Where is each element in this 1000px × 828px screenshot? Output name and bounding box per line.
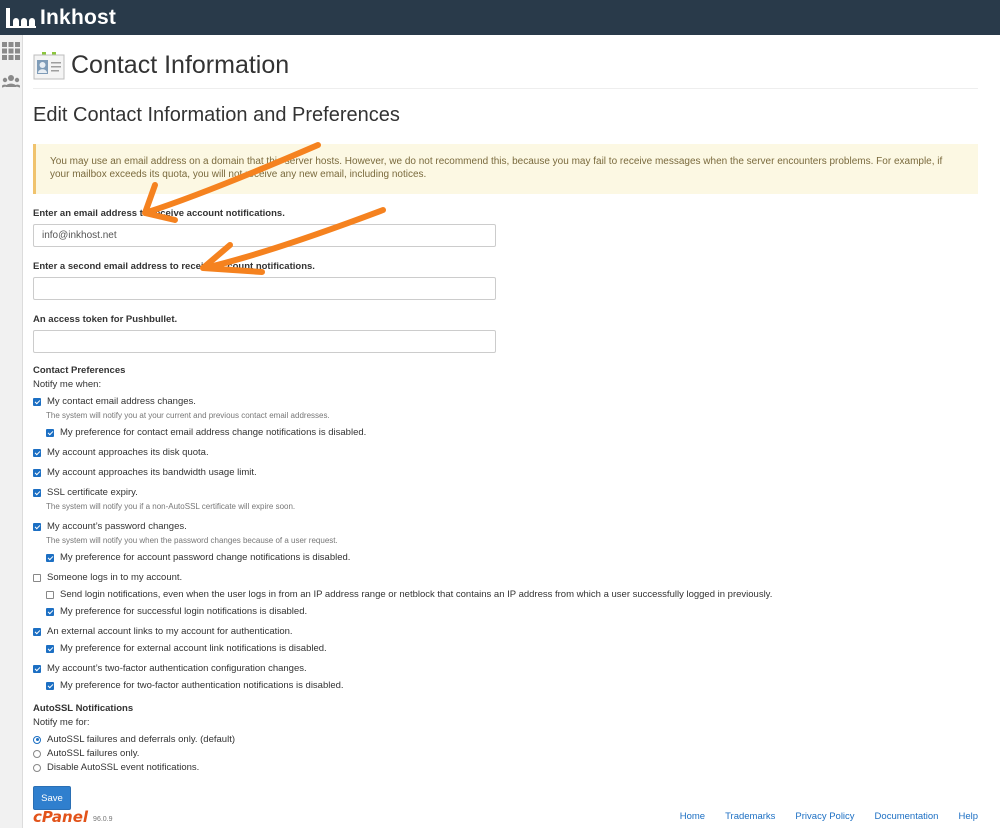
- pref-row-my-account-approaches-its-bandwidth-usag: My account approaches its bandwidth usag…: [33, 466, 978, 479]
- autossl-sub: Notify me for:: [33, 717, 90, 728]
- autossl-radio[interactable]: [33, 735, 41, 744]
- autossl-title: AutoSSL Notifications: [33, 703, 134, 714]
- pref-label: My preference for two-factor authenticat…: [60, 680, 344, 691]
- users-icon[interactable]: [2, 73, 20, 91]
- pref-row-someone-logs-in-to-my-account: Someone logs in to my account.: [33, 571, 978, 584]
- pref-help-text: The system will notify you if a non-Auto…: [46, 502, 296, 511]
- page-header: Contact Information: [33, 43, 978, 89]
- pref-row-ssl-certificate-expiry: SSL certificate expiry.: [33, 486, 978, 499]
- footer-link-trademarks[interactable]: Trademarks: [725, 811, 775, 822]
- pref-row-my-account-s-password-changes: My account’s password changes.: [33, 520, 978, 533]
- contact-prefs-title: Contact Preferences: [33, 365, 126, 376]
- pref-checkbox[interactable]: [46, 644, 54, 653]
- pref-checkbox[interactable]: [33, 627, 41, 636]
- pref-label: My account approaches its disk quota.: [47, 447, 209, 458]
- autossl-radio[interactable]: [33, 763, 41, 772]
- pref-row-my-contact-email-address-changes: My contact email address changes.: [33, 395, 978, 408]
- pref-checkbox[interactable]: [33, 522, 41, 531]
- pref-checkbox[interactable]: [33, 397, 41, 406]
- pref-checkbox[interactable]: [46, 428, 54, 437]
- pref-help-text: The system will notify you at your curre…: [46, 411, 330, 420]
- autossl-radio[interactable]: [33, 749, 41, 758]
- pref-checkbox[interactable]: [33, 573, 41, 582]
- pref-label: My account’s password changes.: [47, 521, 187, 532]
- main-content: Contact Information Edit Contact Informa…: [33, 35, 978, 810]
- page-subtitle: Edit Contact Information and Preferences: [33, 104, 400, 126]
- pref-help-text: The system will notify you when the pass…: [46, 536, 338, 545]
- autossl-option-autossl-failures-only: AutoSSL failures only.: [33, 747, 978, 760]
- pref-checkbox[interactable]: [46, 553, 54, 562]
- pref-label: Send login notifications, even when the …: [60, 589, 773, 600]
- pref-checkbox[interactable]: [33, 488, 41, 497]
- contact-preferences-list: My contact email address changes. The sys…: [33, 395, 978, 692]
- footer: cPanel 96.0.9 Home Trademarks Privacy Po…: [33, 805, 978, 828]
- pref-label: My contact email address changes.: [47, 396, 196, 407]
- pref-row-my-preference-for-successful-login-notif: My preference for successful login notif…: [46, 605, 978, 618]
- pref-row-my-preference-for-two-factor-authenticat: My preference for two-factor authenticat…: [46, 679, 978, 692]
- autossl-option-label: AutoSSL failures only.: [47, 748, 140, 759]
- email1-label: Enter an email address to receive accoun…: [33, 208, 285, 219]
- pref-row-my-account-s-two-factor-authentication-c: My account’s two-factor authentication c…: [33, 662, 978, 675]
- pushbullet-input[interactable]: [33, 330, 496, 353]
- pref-label: My preference for account password chang…: [60, 552, 351, 563]
- pref-label: My preference for external account link …: [60, 643, 327, 654]
- apps-grid-icon[interactable]: [2, 42, 20, 60]
- autossl-options: AutoSSL failures and deferrals only. (de…: [33, 733, 978, 774]
- autossl-option-disable-autossl-event-notifications: Disable AutoSSL event notifications.: [33, 761, 978, 774]
- autossl-option-autossl-failures-and-deferrals-only-defa: AutoSSL failures and deferrals only. (de…: [33, 733, 978, 746]
- cpanel-version: 96.0.9: [93, 815, 113, 823]
- pushbullet-label: An access token for Pushbullet.: [33, 314, 178, 325]
- email1-input[interactable]: [33, 224, 496, 247]
- footer-link-home[interactable]: Home: [680, 811, 705, 822]
- pref-row-my-preference-for-contact-email-address-: My preference for contact email address …: [46, 426, 978, 439]
- pref-row-an-external-account-links-to-my-account-: An external account links to my account …: [33, 625, 978, 638]
- footer-link-documentation[interactable]: Documentation: [875, 811, 939, 822]
- autossl-option-label: Disable AutoSSL event notifications.: [47, 762, 200, 773]
- brand-logo[interactable]: Inkhost: [6, 6, 116, 30]
- autossl-option-label: AutoSSL failures and deferrals only. (de…: [47, 734, 235, 745]
- pref-label: Someone logs in to my account.: [47, 572, 183, 583]
- pref-row-my-preference-for-account-password-chang: My preference for account password chang…: [46, 551, 978, 564]
- pref-checkbox[interactable]: [46, 607, 54, 616]
- pref-checkbox[interactable]: [33, 448, 41, 457]
- pref-checkbox[interactable]: [46, 681, 54, 690]
- footer-links: Home Trademarks Privacy Policy Documenta…: [680, 811, 978, 822]
- pref-label: An external account links to my account …: [47, 626, 293, 637]
- pref-checkbox[interactable]: [33, 468, 41, 477]
- pref-label: My account’s two-factor authentication c…: [47, 663, 307, 674]
- email2-label: Enter a second email address to receive …: [33, 261, 315, 272]
- pref-checkbox[interactable]: [33, 664, 41, 673]
- pref-label: My account approaches its bandwidth usag…: [47, 467, 257, 478]
- pref-row-my-preference-for-external-account-link-: My preference for external account link …: [46, 642, 978, 655]
- left-rail: [0, 35, 23, 828]
- contact-card-icon: [33, 51, 65, 79]
- brand-name: Inkhost: [40, 5, 117, 29]
- pref-label: My preference for successful login notif…: [60, 606, 308, 617]
- top-bar: Inkhost: [0, 0, 1000, 35]
- page-title: Contact Information: [71, 51, 290, 79]
- pref-checkbox[interactable]: [46, 590, 54, 599]
- contact-prefs-sub: Notify me when:: [33, 379, 102, 390]
- pref-label: My preference for contact email address …: [60, 427, 367, 438]
- footer-link-privacy-policy[interactable]: Privacy Policy: [795, 811, 854, 822]
- pref-row-send-login-notifications-even-when-the-u: Send login notifications, even when the …: [46, 588, 978, 601]
- pref-row-my-account-approaches-its-disk-quota: My account approaches its disk quota.: [33, 446, 978, 459]
- footer-link-help[interactable]: Help: [958, 811, 978, 822]
- cpanel-logo[interactable]: cPanel: [33, 808, 88, 826]
- email2-input[interactable]: [33, 277, 496, 300]
- warning-callout: You may use an email address on a domain…: [33, 144, 978, 194]
- pref-label: SSL certificate expiry.: [47, 487, 138, 498]
- inkhost-logo-icon: [6, 7, 38, 28]
